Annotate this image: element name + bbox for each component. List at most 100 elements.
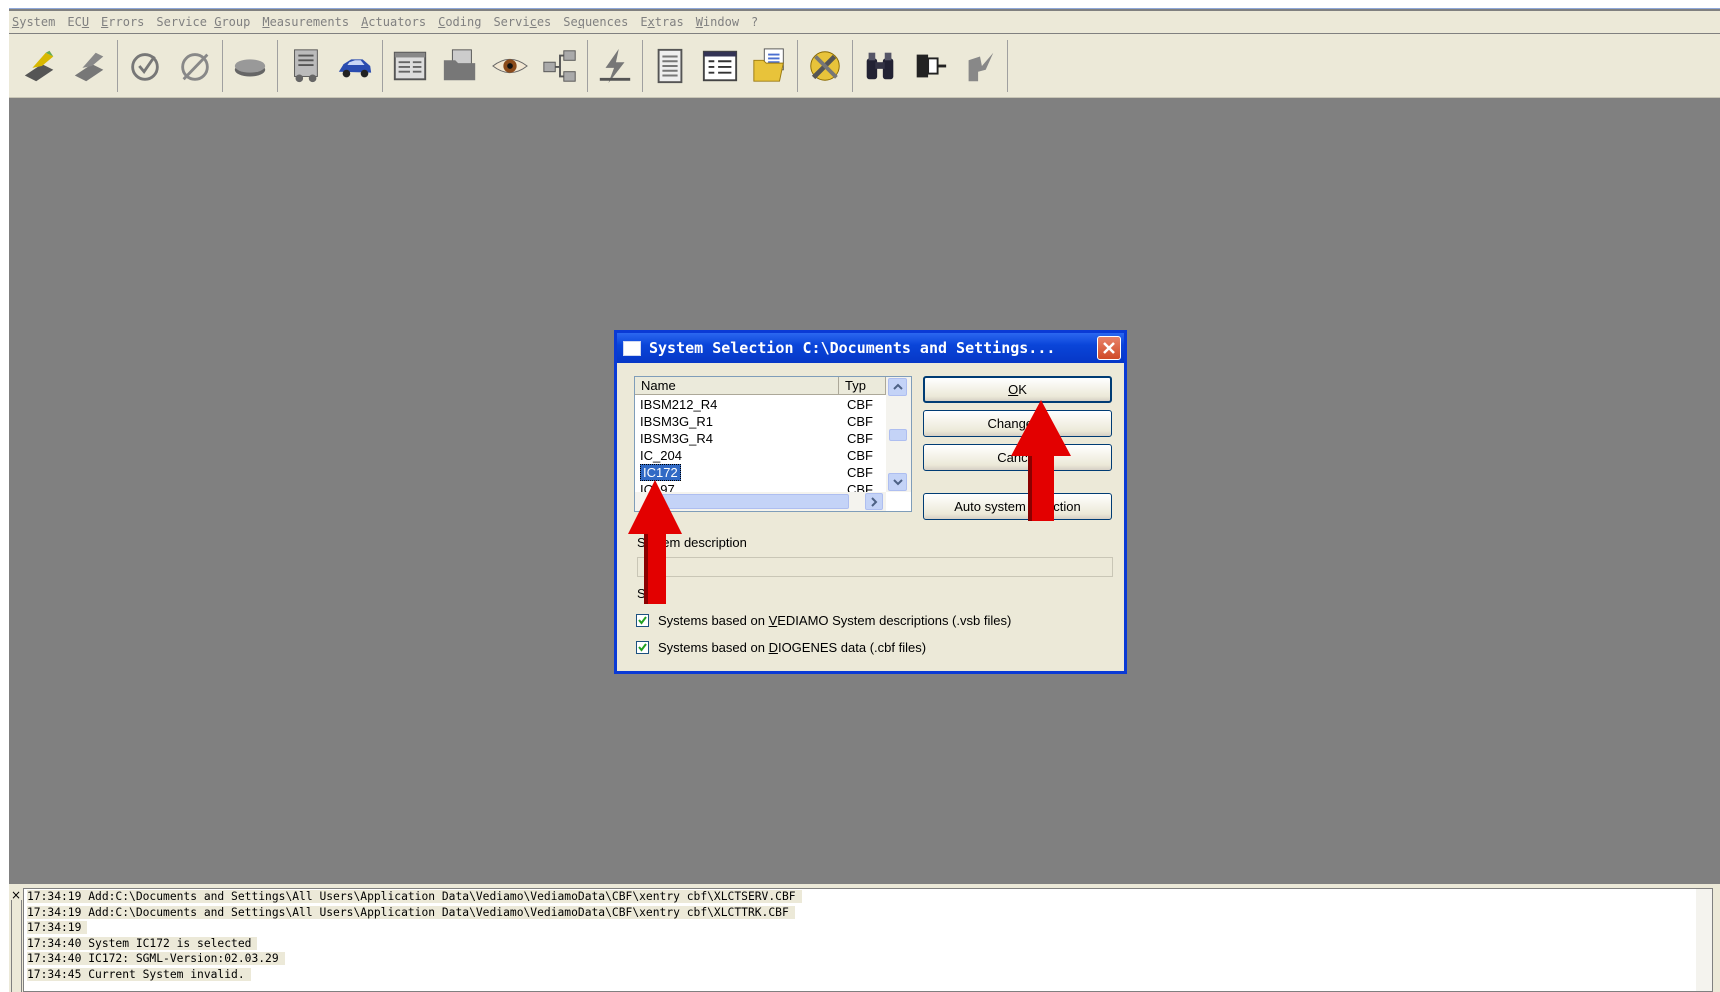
toolbar-group-check xyxy=(118,39,223,92)
log-gutter xyxy=(11,900,22,992)
log-panel: × 17:34:19 Add:C:\Documents and Settings… xyxy=(9,884,1720,992)
list-header: Name Typ xyxy=(635,377,886,395)
network-button[interactable] xyxy=(535,42,585,90)
disconnect-icon xyxy=(74,52,104,81)
cell-typ: CBF xyxy=(847,414,873,429)
toolbar-group-flash xyxy=(588,39,643,92)
document-people-button[interactable] xyxy=(280,42,330,90)
plug-button[interactable] xyxy=(905,42,955,90)
page-icon xyxy=(657,48,683,83)
list-item[interactable]: IBSM3G_R4 CBF xyxy=(635,430,886,447)
red-arrow-ok-annotation xyxy=(1011,400,1071,521)
column-header-typ[interactable]: Typ xyxy=(839,377,886,395)
vsb-checkbox-row[interactable]: Systems based on VEDIAMO System descript… xyxy=(636,613,1011,628)
connect-button[interactable] xyxy=(15,42,65,90)
plug-icon xyxy=(916,54,947,77)
list-view-button[interactable] xyxy=(695,42,745,90)
chevron-up-icon xyxy=(892,383,903,390)
list-item[interactable]: IBSM3G_R1 CBF xyxy=(635,413,886,430)
ecu-icon xyxy=(234,58,266,76)
toolbar-group-tools xyxy=(798,39,853,92)
check-button[interactable] xyxy=(120,42,170,90)
list-item[interactable]: IC_204 CBF xyxy=(635,447,886,464)
toolbar-group-search xyxy=(853,39,1008,92)
toolbar-group-data xyxy=(383,39,588,92)
vsb-checkbox[interactable] xyxy=(636,614,649,627)
form-button[interactable] xyxy=(385,42,435,90)
toolbar-group-ecu xyxy=(223,39,278,92)
menu-window[interactable]: Window xyxy=(696,15,739,29)
menu-services[interactable]: Services xyxy=(493,15,551,29)
network-icon xyxy=(543,49,576,82)
scroll-thumb[interactable] xyxy=(889,429,907,441)
eye-icon xyxy=(492,58,528,73)
vsb-checkbox-label: Systems based on VEDIAMO System descript… xyxy=(658,613,1012,628)
disconnect-button[interactable] xyxy=(65,42,115,90)
cell-name: IBSM3G_R4 xyxy=(640,431,713,446)
lightning-icon xyxy=(599,48,631,83)
log-line: 17:34:19 xyxy=(24,920,1712,936)
log-scrollbar[interactable] xyxy=(1696,889,1712,991)
system-description-field xyxy=(637,557,1113,577)
binoculars-icon xyxy=(866,52,894,79)
dialog-title-bar[interactable]: System Selection C:\Documents and Settin… xyxy=(617,333,1124,363)
folder-open-button[interactable] xyxy=(745,42,795,90)
tools-icon xyxy=(810,50,840,81)
toolbar-group-view xyxy=(643,39,798,92)
cell-name: IBSM212_R4 xyxy=(640,397,718,412)
list-item[interactable]: IBSM212_R4 CBF xyxy=(635,396,886,413)
cbf-checkbox-label: Systems based on DIOGENES data (.cbf fil… xyxy=(658,640,927,655)
menu-extras[interactable]: Extras xyxy=(640,15,683,29)
cell-typ: CBF xyxy=(847,448,873,463)
folder-open-icon xyxy=(753,47,784,82)
eye-button[interactable] xyxy=(485,42,535,90)
folder-doc-button[interactable] xyxy=(435,42,485,90)
log-line: 17:34:19 Add:C:\Documents and Settings\A… xyxy=(24,905,1712,921)
menu-ecu[interactable]: ECU xyxy=(67,15,89,29)
cbf-checkbox[interactable] xyxy=(636,641,649,654)
car-button[interactable] xyxy=(330,42,380,90)
close-icon xyxy=(1103,342,1115,354)
window-icon xyxy=(623,340,641,356)
menu-measurements[interactable]: Measurements xyxy=(262,15,349,29)
scroll-right-button[interactable] xyxy=(865,493,883,510)
pointer-disabled-button[interactable] xyxy=(955,42,1005,90)
column-header-name[interactable]: Name xyxy=(635,377,839,395)
log-line: 17:34:19 Add:C:\Documents and Settings\A… xyxy=(24,889,1712,905)
menu-coding[interactable]: Coding xyxy=(438,15,481,29)
page-button[interactable] xyxy=(645,42,695,90)
tools-button[interactable] xyxy=(800,42,850,90)
menu-service-group[interactable]: Service Group xyxy=(156,15,250,29)
vertical-scrollbar[interactable] xyxy=(886,377,911,492)
cbf-checkbox-row[interactable]: Systems based on DIOGENES data (.cbf fil… xyxy=(636,640,926,655)
ecu-button[interactable] xyxy=(225,42,275,90)
log-line: 17:34:40 IC172: SGML-Version:02.03.29 xyxy=(24,951,1712,967)
car-icon xyxy=(338,58,372,77)
checkmark-icon xyxy=(638,643,647,652)
cell-typ: CBF xyxy=(847,465,873,480)
list-view-icon xyxy=(702,50,738,81)
checkmark-icon xyxy=(638,616,647,625)
scroll-up-button[interactable] xyxy=(888,378,907,396)
close-button[interactable] xyxy=(1097,336,1121,360)
log-output[interactable]: 17:34:19 Add:C:\Documents and Settings\A… xyxy=(23,888,1713,992)
scroll-down-button[interactable] xyxy=(888,473,907,491)
dialog-title: System Selection C:\Documents and Settin… xyxy=(649,339,1056,357)
toolbar-group-vehicle xyxy=(278,39,383,92)
chevron-down-icon xyxy=(892,479,903,486)
menu-sequences[interactable]: Sequences xyxy=(563,15,628,29)
binoculars-button[interactable] xyxy=(855,42,905,90)
check-disabled-button[interactable] xyxy=(170,42,220,90)
red-arrow-list-annotation xyxy=(628,480,682,604)
menu-actuators[interactable]: Actuators xyxy=(361,15,426,29)
check-disabled-icon xyxy=(181,52,209,81)
toolbar-group-connection xyxy=(13,39,118,92)
menu-system[interactable]: System xyxy=(12,15,55,29)
menu-errors[interactable]: Errors xyxy=(101,15,144,29)
cell-name: IC_204 xyxy=(640,448,682,463)
document-people-icon xyxy=(294,48,318,82)
menu-help[interactable]: ? xyxy=(751,15,758,29)
lightning-button[interactable] xyxy=(590,42,640,90)
connect-icon xyxy=(24,50,54,81)
toolbar xyxy=(9,34,1720,98)
